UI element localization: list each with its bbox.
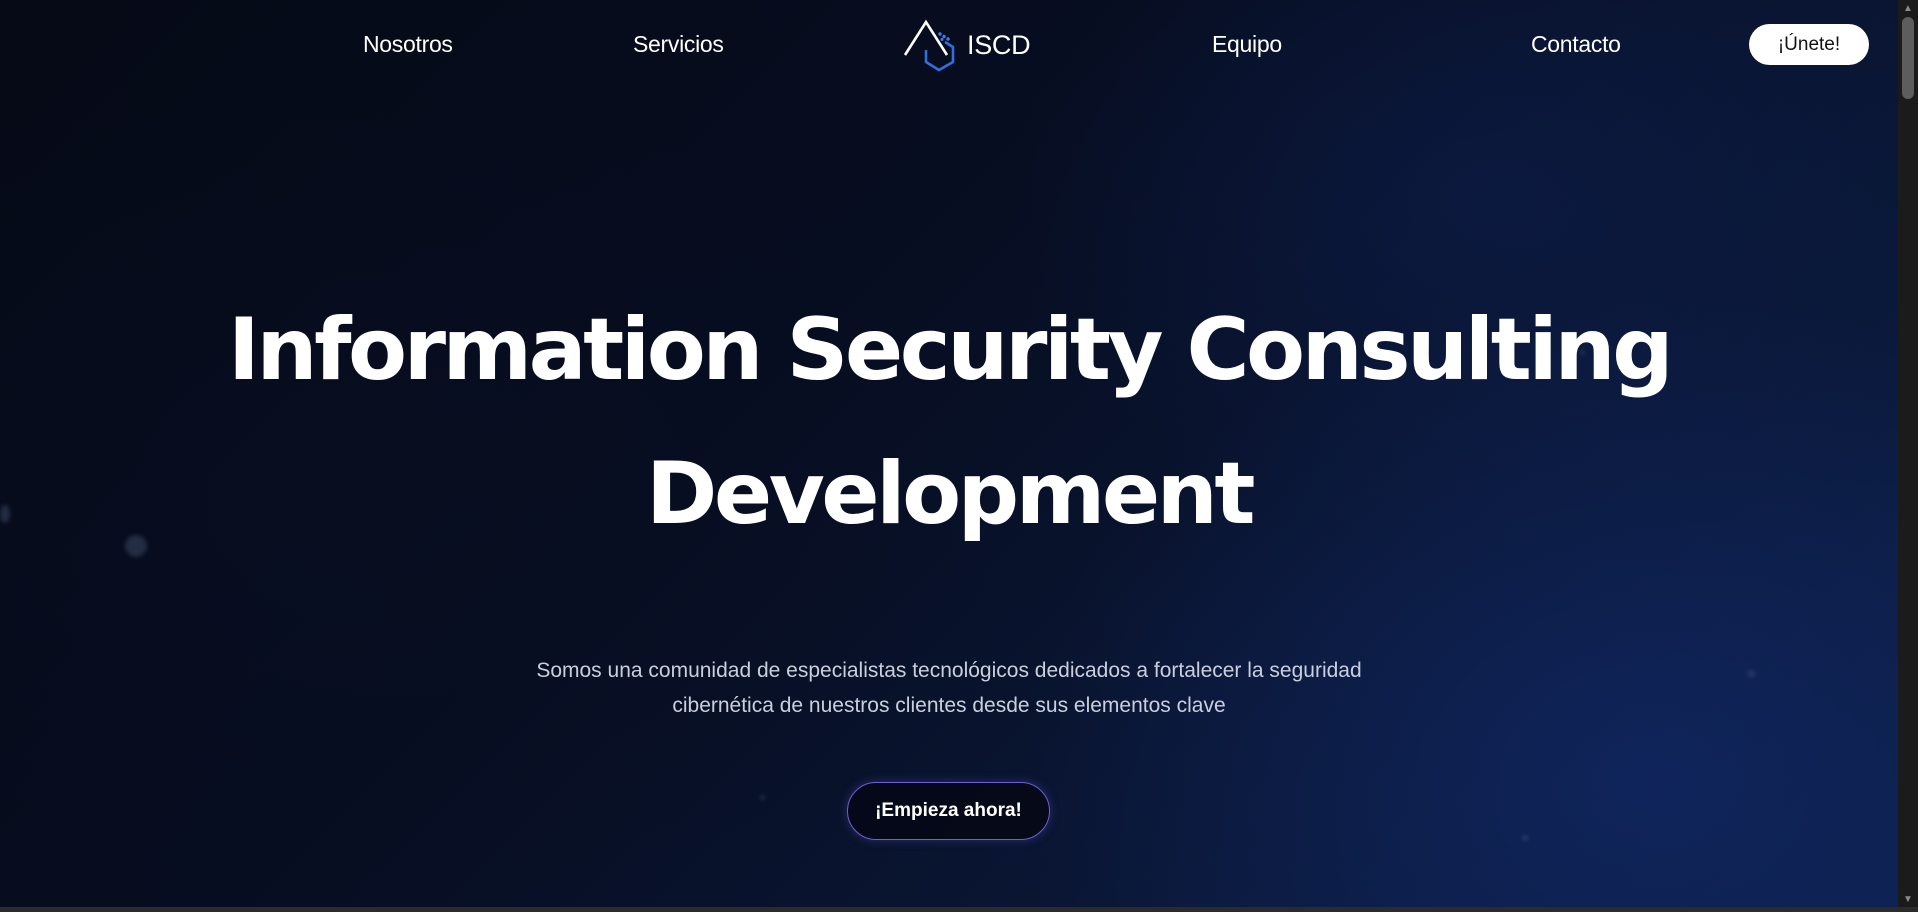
nav-link-servicios[interactable]: Servicios [633, 31, 724, 58]
iscd-logo-icon [903, 19, 955, 72]
nav-link-equipo[interactable]: Equipo [1212, 31, 1282, 58]
brand-logo-link[interactable]: ISCD [903, 18, 1031, 72]
brand-name: ISCD [967, 29, 1031, 60]
hero-title: Information Security Consulting Developm… [0, 278, 1898, 566]
background-particle [760, 795, 765, 800]
get-started-button[interactable]: ¡Empieza ahora! [847, 782, 1050, 840]
hero-title-line-2: Development [646, 444, 1256, 544]
nav-link-nosotros[interactable]: Nosotros [363, 31, 453, 58]
arrow-down-icon[interactable]: ▼ [1898, 891, 1918, 907]
hero-section: Nosotros Servicios ISCD Equipo Contacto … [0, 0, 1898, 907]
top-navigation: Nosotros Servicios ISCD Equipo Contacto … [0, 0, 1898, 90]
hero-subtitle-line-1: Somos una comunidad de especialistas tec… [536, 659, 1362, 682]
background-particle [1522, 835, 1528, 841]
hero-title-line-1: Information Security Consulting [227, 300, 1674, 400]
nav-link-contacto[interactable]: Contacto [1531, 31, 1621, 58]
join-button[interactable]: ¡Únete! [1749, 24, 1869, 65]
hero-subtitle: Somos una comunidad de especialistas tec… [400, 653, 1498, 723]
scrollbar-thumb[interactable] [1902, 17, 1914, 99]
vertical-scrollbar[interactable]: ▲ ▼ [1898, 0, 1918, 907]
bottom-edge [0, 907, 1918, 912]
background-particle [1748, 670, 1755, 677]
hero-subtitle-line-2: cibernética de nuestros clientes desde s… [672, 694, 1226, 717]
arrow-up-icon[interactable]: ▲ [1898, 0, 1918, 16]
